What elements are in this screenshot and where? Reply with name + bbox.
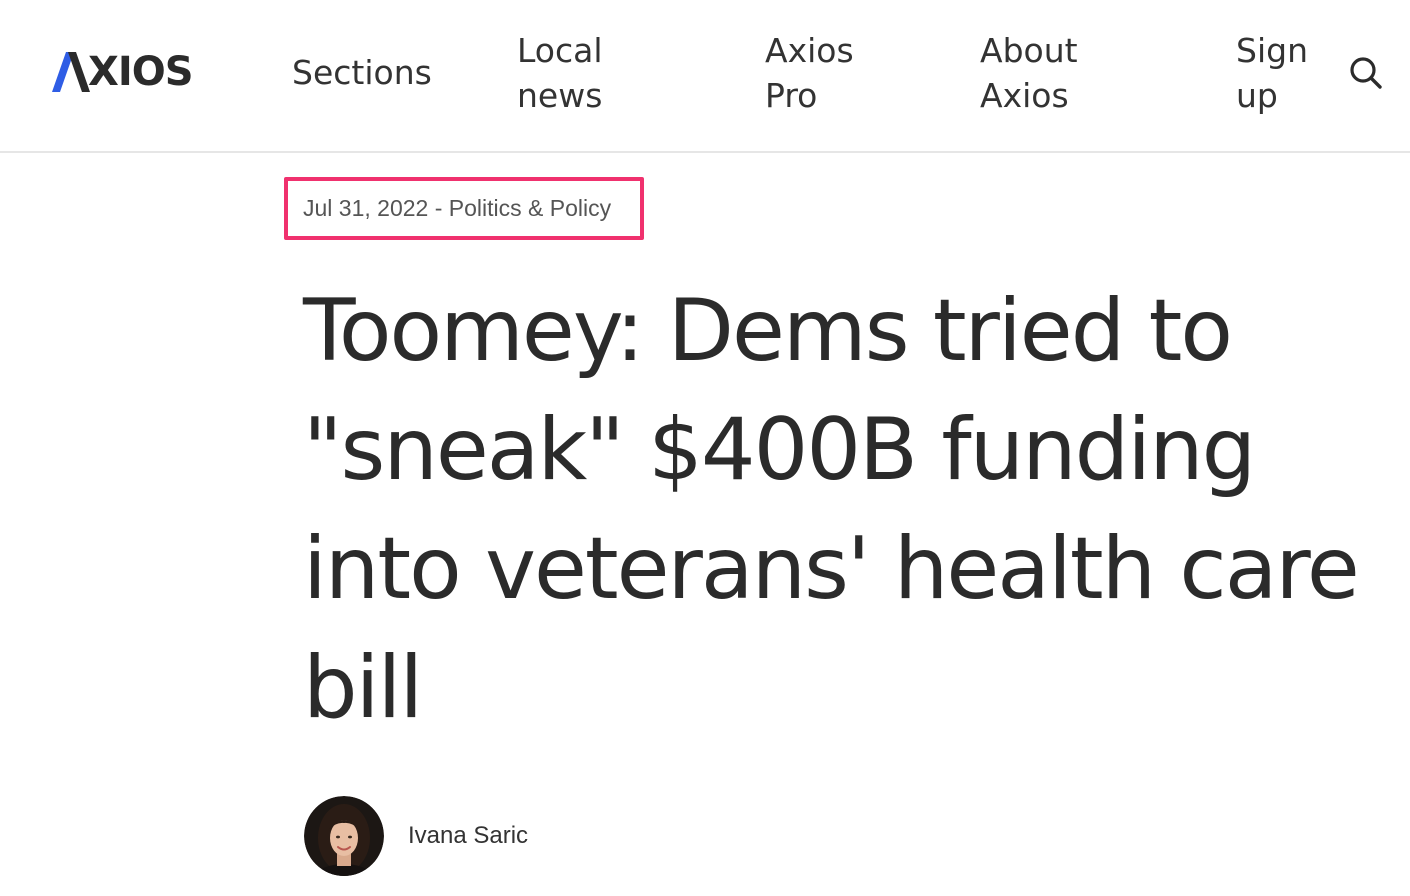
search-icon <box>1350 57 1382 89</box>
search-button[interactable] <box>1348 55 1384 91</box>
article-meta: Jul 31, 2022 - Politics & Policy <box>303 192 611 224</box>
nav-local-news[interactable]: Local news <box>517 28 647 118</box>
nav-sign-up[interactable]: Sign up <box>1236 28 1326 118</box>
axios-logo[interactable]: XIOS <box>52 49 194 95</box>
nav-sections[interactable]: Sections <box>292 50 432 95</box>
nav-axios-pro[interactable]: Axios Pro <box>765 28 875 118</box>
article-date: Jul 31, 2022 <box>303 195 429 221</box>
article-category-link[interactable]: Politics & Policy <box>449 195 611 221</box>
author-avatar[interactable] <box>304 796 384 876</box>
logo-wordmark: XIOS <box>88 49 194 95</box>
site-header: XIOS Sections Local news Axios Pro About… <box>0 0 1410 153</box>
meta-separator: - <box>428 195 449 221</box>
byline: Ivana Saric <box>304 796 528 876</box>
author-name[interactable]: Ivana Saric <box>408 822 528 850</box>
article-headline: Toomey: Dems tried to "sneak" $400B fund… <box>303 281 1360 738</box>
nav-about-axios[interactable]: About Axios <box>980 28 1100 118</box>
axios-a-mark-icon <box>52 52 90 92</box>
